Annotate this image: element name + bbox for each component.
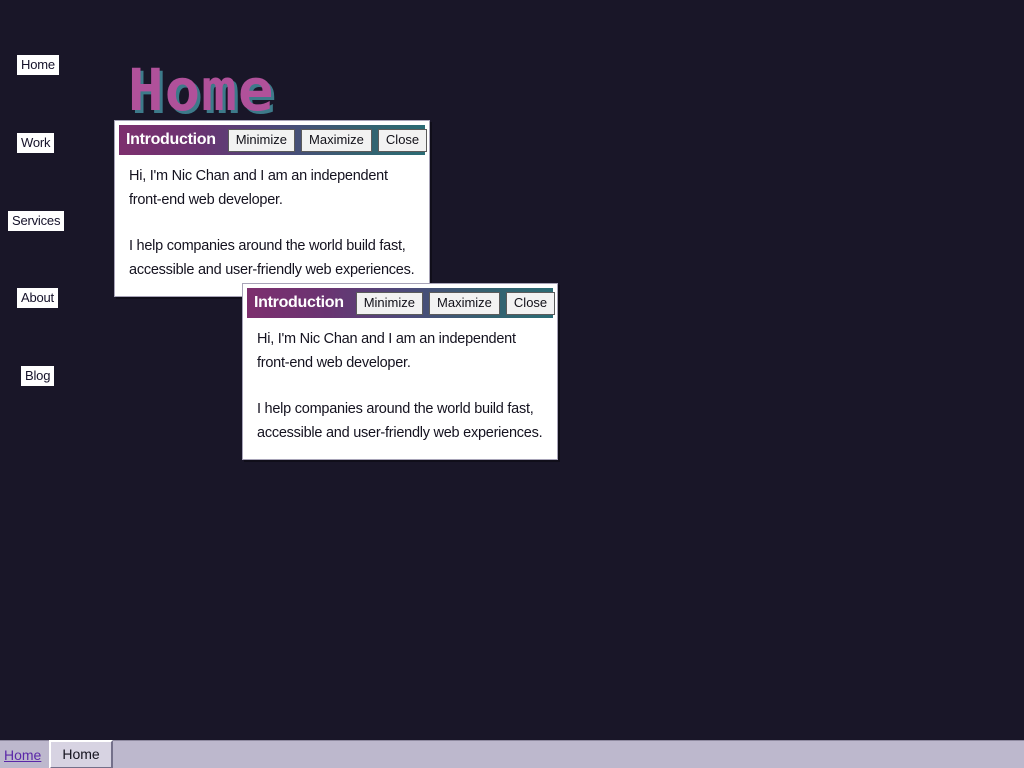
page-title: Home [128,55,275,124]
intro-paragraph-2: I help companies around the world build … [257,401,543,441]
taskbar-window-button-home[interactable]: Home [49,740,113,768]
window-titlebar[interactable]: Introduction Minimize Maximize Close [119,125,428,155]
maximize-button[interactable]: Maximize [301,128,372,152]
intro-paragraph-2: I help companies around the world build … [129,238,415,278]
sidebar-item-about[interactable]: About [17,288,58,308]
sidebar-item-blog[interactable]: Blog [21,366,55,386]
close-button[interactable]: Close [505,291,556,315]
sidebar-item-work[interactable]: Work [17,133,55,153]
desktop-background: Home Work Services About Blog Home Intro… [0,0,1024,740]
window-introduction-1[interactable]: Introduction Minimize Maximize Close Hi,… [114,120,430,297]
minimize-button[interactable]: Minimize [355,291,424,315]
window-title: Introduction [254,294,344,311]
maximize-button[interactable]: Maximize [429,291,500,315]
window-introduction-2[interactable]: Introduction Minimize Maximize Close Hi,… [242,283,558,460]
window-body: Hi, I'm Nic Chan and I am an independent… [119,155,425,292]
side-navigation: Home Work Services About Blog [0,0,110,740]
minimize-button[interactable]: Minimize [227,128,296,152]
taskbar: Home Home [0,740,1024,768]
window-controls: Minimize Maximize Close [227,128,428,152]
sidebar-item-home[interactable]: Home [17,55,59,75]
close-button[interactable]: Close [377,128,428,152]
window-body: Hi, I'm Nic Chan and I am an independent… [247,318,553,455]
window-controls: Minimize Maximize Close [355,291,556,315]
taskbar-home-link[interactable]: Home [4,747,41,763]
intro-paragraph-1: Hi, I'm Nic Chan and I am an independent… [129,168,388,208]
window-titlebar[interactable]: Introduction Minimize Maximize Close [247,288,556,318]
intro-paragraph-1: Hi, I'm Nic Chan and I am an independent… [257,331,516,371]
sidebar-item-services[interactable]: Services [8,211,65,231]
window-title: Introduction [126,131,216,148]
